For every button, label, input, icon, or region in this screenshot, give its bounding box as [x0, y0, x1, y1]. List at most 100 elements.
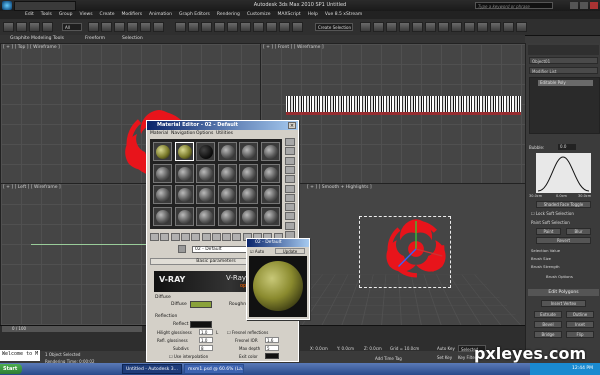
material-sample-slot[interactable] — [260, 142, 280, 161]
coord-x[interactable]: X: 0.0cm — [310, 346, 328, 351]
sample-option-icon[interactable] — [285, 147, 295, 156]
material-tool-icon[interactable] — [191, 233, 201, 241]
material-sample-slot[interactable] — [153, 142, 172, 161]
sample-option-icon[interactable] — [285, 165, 295, 174]
material-sample-slot[interactable] — [239, 163, 258, 183]
material-name-field[interactable]: 02 - Default — [192, 246, 252, 253]
toolbar-tool-icon[interactable] — [101, 22, 112, 32]
auto-key-button[interactable]: Auto Key — [437, 346, 455, 351]
bubble-spinner[interactable]: 0.0 — [558, 144, 576, 150]
menu-item-help[interactable]: Help — [308, 12, 318, 17]
blur-button[interactable]: Blur — [566, 228, 591, 235]
toolbar-tool-icon[interactable] — [188, 22, 199, 32]
toolbar-tool-icon[interactable] — [29, 22, 40, 32]
minimize-icon[interactable] — [570, 2, 578, 9]
shaded-face-toggle-button[interactable]: Shaded Face Toggle — [536, 201, 591, 208]
use-interpolation-checkbox[interactable]: ☐ Use interpolation — [169, 354, 208, 359]
menu-item-create[interactable]: Create — [100, 12, 115, 17]
taskbar-item-3dsmax[interactable]: Untitled - Autodesk 3... — [122, 364, 182, 374]
inset-button[interactable]: Inset — [566, 321, 594, 328]
tab-graphite-modeling[interactable]: Graphite Modeling Tools — [10, 36, 64, 41]
quick-launch[interactable] — [25, 365, 120, 373]
menu-item-views[interactable]: Views — [80, 12, 93, 17]
viewport-label[interactable]: [ + ] [ Smooth + Highlights ] — [307, 185, 372, 190]
sample-option-icon[interactable] — [285, 138, 295, 146]
diffuse-color-swatch[interactable] — [190, 301, 212, 308]
material-preview-window[interactable]: 02 - Default ☑ Auto Update — [246, 238, 310, 320]
material-sample-slot[interactable] — [174, 185, 194, 204]
sample-option-icon[interactable] — [285, 203, 295, 212]
toolbar-tool-icon[interactable] — [140, 22, 151, 32]
refl-glossiness-spinner[interactable]: 1.0 — [199, 337, 213, 343]
maxscript-listener-line[interactable]: Welcome to M — [0, 350, 40, 359]
tab-selection[interactable]: Selection — [122, 36, 143, 41]
material-tool-icon[interactable] — [201, 233, 211, 241]
toolbar-tool-icon[interactable] — [399, 22, 410, 32]
close-icon[interactable] — [590, 2, 598, 9]
update-button[interactable]: Update — [275, 248, 305, 254]
sample-option-icon[interactable] — [285, 156, 295, 165]
material-sample-slot[interactable] — [196, 206, 215, 226]
menu-item-modifiers[interactable]: Modifiers — [122, 12, 143, 17]
brush-options-button[interactable]: Brush Options — [546, 274, 573, 279]
preview-title[interactable]: 02 - Default — [247, 239, 309, 247]
exit-color-swatch[interactable] — [265, 353, 279, 359]
reflect-color-swatch[interactable] — [190, 321, 212, 328]
toolbar-tool-icon[interactable] — [425, 22, 436, 32]
time-slider[interactable]: 0 / 100 — [2, 326, 142, 332]
material-sample-slot[interactable] — [174, 142, 194, 161]
toolbar-tool-icon[interactable] — [114, 22, 125, 32]
modifier-stack[interactable]: Editable Poly — [529, 77, 600, 134]
sample-option-icon[interactable] — [285, 221, 295, 230]
toolbar-tool-icon[interactable] — [477, 22, 488, 32]
menu-item-tools[interactable]: Tools — [41, 12, 52, 17]
mat-close-icon[interactable]: × — [288, 122, 296, 129]
material-sample-slot[interactable] — [217, 142, 237, 161]
toolbar-tool-icon[interactable] — [360, 22, 371, 32]
material-editor-title[interactable]: Material Editor - 02 - Default — [147, 121, 298, 130]
toolbar-tool-icon[interactable] — [503, 22, 514, 32]
viewport-label[interactable]: [ + ] [ Front ] [ Wireframe ] — [263, 45, 324, 50]
toolbar-tool-icon[interactable] — [412, 22, 423, 32]
toolbar-tool-icon[interactable] — [373, 22, 384, 32]
tab-freeform[interactable]: Freeform — [85, 36, 105, 41]
toolbar-tool-icon[interactable] — [175, 22, 186, 32]
toolbar-tool-icon[interactable] — [16, 22, 27, 32]
max-depth-spinner[interactable]: 5 — [265, 345, 279, 351]
sample-option-icon[interactable] — [285, 184, 295, 193]
viewport-label[interactable]: [ + ] [ Left ] [ Wireframe ] — [3, 185, 61, 190]
bevel-button[interactable]: Bevel — [534, 321, 562, 328]
sample-option-icon[interactable] — [285, 212, 295, 221]
insert-vertex-button[interactable]: Insert Vertex — [541, 300, 586, 307]
subdivs-spinner[interactable]: 8 — [199, 345, 213, 351]
material-sample-slot[interactable] — [217, 185, 237, 204]
toolbar-tool-icon[interactable] — [438, 22, 449, 32]
menu-item-vue-8-5-xstream[interactable]: Vue 8.5 xStream — [325, 12, 362, 17]
menu-item-edit[interactable]: Edit — [25, 12, 34, 17]
bridge-button[interactable]: Bridge — [534, 331, 562, 338]
material-sample-slot[interactable] — [217, 163, 237, 183]
menu-item-rendering[interactable]: Rendering — [217, 12, 240, 17]
menu-item-graph-editors[interactable]: Graph Editors — [179, 12, 210, 17]
toolbar-tool-icon[interactable] — [292, 22, 303, 32]
extrude-button[interactable]: Extrude — [534, 311, 562, 318]
material-tool-icon[interactable] — [232, 233, 242, 241]
viewport-label[interactable]: [ + ] [ Top ] [ Wireframe ] — [3, 45, 60, 50]
material-sample-slot[interactable] — [153, 163, 172, 183]
sample-option-icon[interactable] — [285, 175, 295, 184]
pick-material-icon[interactable] — [178, 245, 186, 253]
material-sample-slot[interactable] — [196, 185, 215, 204]
material-tool-icon[interactable] — [170, 233, 180, 241]
taskbar-item-photoshop[interactable]: mxm1.psd @ 60.6% (La... — [184, 364, 244, 374]
menu-material[interactable]: Material — [150, 130, 168, 137]
coord-y[interactable]: Y: 0.0cm — [337, 346, 354, 351]
menu-item-maxscript[interactable]: MAXScript — [278, 12, 301, 17]
toolbar-tool-icon[interactable] — [201, 22, 212, 32]
material-sample-slot[interactable] — [174, 163, 194, 183]
add-time-tag[interactable]: Add Time Tag — [375, 356, 402, 361]
toolbar-tool-icon[interactable] — [3, 22, 14, 32]
lock-L-toggle[interactable]: L — [216, 330, 218, 335]
material-tool-icon[interactable] — [222, 233, 232, 241]
stack-item-editable-poly[interactable]: Editable Poly — [538, 80, 593, 86]
named-selection-dropdown[interactable]: Create Selection — [315, 23, 353, 31]
